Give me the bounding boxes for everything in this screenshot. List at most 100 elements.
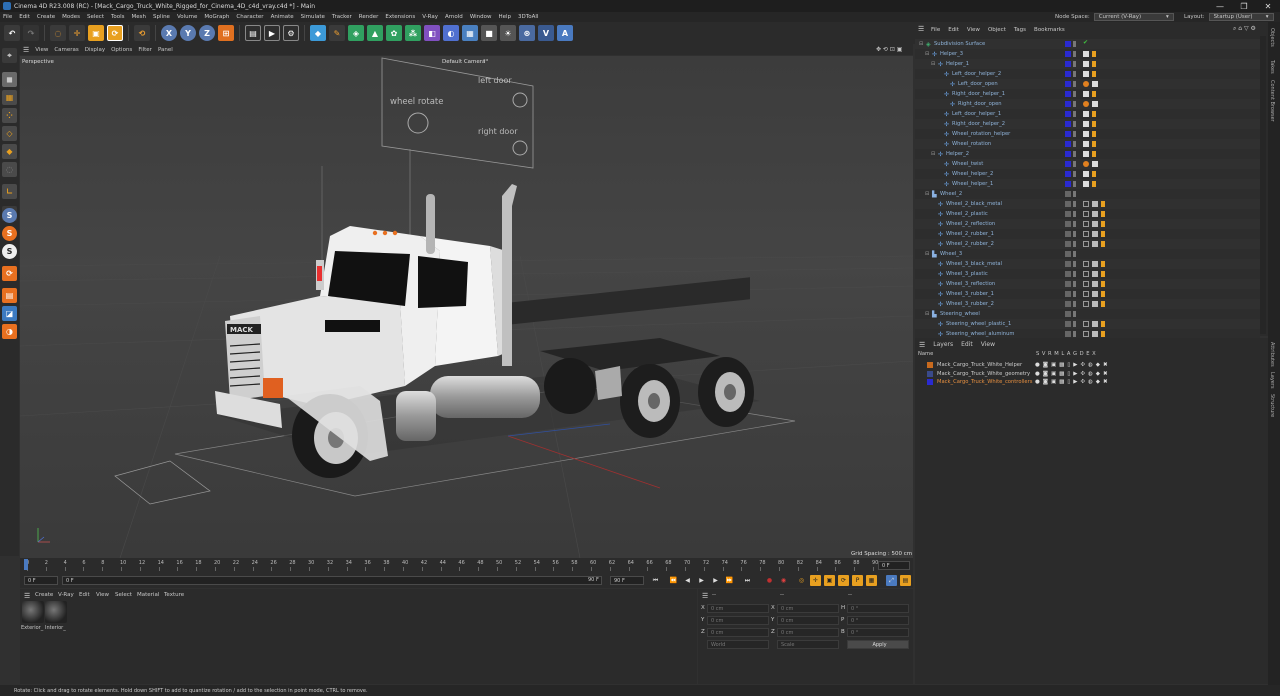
layer-color-chip[interactable] <box>1065 271 1071 277</box>
pla-key-icon[interactable]: ▦ <box>866 575 877 586</box>
object-row[interactable]: ✢ Left_door_open <box>915 79 1260 89</box>
viewport-menu-options[interactable]: Options <box>111 47 132 53</box>
obj-menu-object[interactable]: Object <box>988 27 1006 33</box>
expand-toggle-icon[interactable]: ⊟ <box>931 61 937 67</box>
polygons-mode-icon[interactable]: ◆ <box>2 144 17 159</box>
position-key-icon[interactable]: ✛ <box>810 575 821 586</box>
visibility-dots-icon[interactable] <box>1073 41 1076 47</box>
menu-arnold[interactable]: Arnold <box>445 14 463 20</box>
menu-help[interactable]: Help <box>499 14 512 20</box>
object-row[interactable]: ✢ Wheel_3_black_metal <box>915 259 1260 269</box>
expand-toggle-icon[interactable] <box>931 281 937 287</box>
layer-color-chip[interactable] <box>1065 161 1071 167</box>
menu-extensions[interactable]: Extensions <box>385 14 415 20</box>
pos-y-field[interactable]: 0 cm <box>707 616 769 625</box>
mat-menu-create[interactable]: Create <box>35 592 53 598</box>
z-axis-icon[interactable]: Z <box>199 25 215 41</box>
keyframe-selection-icon[interactable]: ◎ <box>796 575 807 586</box>
layer-color-chip[interactable] <box>1065 221 1071 227</box>
menu-tools[interactable]: Tools <box>111 14 125 20</box>
menu-mograph[interactable]: MoGraph <box>204 14 229 20</box>
expand-toggle-icon[interactable] <box>937 91 943 97</box>
mograph-icon[interactable]: ⁂ <box>405 25 421 41</box>
solo-icon[interactable]: ◪ <box>2 306 17 321</box>
visibility-dots-icon[interactable] <box>1073 121 1076 127</box>
preview-range-start[interactable]: 0 F <box>62 576 602 585</box>
uv-mode-icon[interactable]: ◌ <box>2 162 17 177</box>
object-row[interactable]: ⊟ ✢ Helper_2 <box>915 149 1260 159</box>
object-row[interactable]: ✢ Wheel_helper_1 <box>915 179 1260 189</box>
layer-row[interactable]: Mack_Cargo_Truck_White_geometry ● ◙ ▣ ▩ ▯… <box>925 370 1265 378</box>
mat-menu-texture[interactable]: Texture <box>164 592 184 598</box>
rot-b-field[interactable]: 0 ° <box>847 628 909 637</box>
render-picture-viewer-icon[interactable]: ▶ <box>264 25 280 41</box>
y-axis-icon[interactable]: Y <box>180 25 196 41</box>
hamburger-icon[interactable]: ☰ <box>24 592 30 600</box>
visibility-dots-icon[interactable] <box>1073 331 1076 337</box>
visibility-dots-icon[interactable] <box>1073 141 1076 147</box>
expand-toggle-icon[interactable] <box>931 201 937 207</box>
expand-toggle-icon[interactable] <box>937 131 943 137</box>
layer-color-chip[interactable] <box>1065 111 1071 117</box>
menu-mesh[interactable]: Mesh <box>132 14 146 20</box>
expand-toggle-icon[interactable] <box>931 241 937 247</box>
expand-toggle-icon[interactable] <box>931 321 937 327</box>
coord-system-icon[interactable]: ⊞ <box>218 25 234 41</box>
visibility-dots-icon[interactable] <box>1073 271 1076 277</box>
object-row[interactable]: ✢ Wheel_helper_2 <box>915 169 1260 179</box>
cube-icon[interactable]: ◆ <box>310 25 326 41</box>
tab-objects[interactable]: Objects <box>1269 28 1275 47</box>
layer-row[interactable]: Mack_Cargo_Truck_White_Helper ● ◙ ▣ ▩ ▯ ▶… <box>925 361 1265 369</box>
object-row[interactable]: ✢ Left_door_helper_1 <box>915 109 1260 119</box>
layer-color-chip[interactable] <box>1065 321 1071 327</box>
layer-color-chip[interactable] <box>1065 251 1071 257</box>
expand-toggle-icon[interactable] <box>937 171 943 177</box>
material-swatch-exterior[interactable] <box>22 601 44 623</box>
live-select-icon[interactable]: ◌ <box>50 25 66 41</box>
layout-select[interactable]: Startup (User) ▾ <box>1208 13 1274 21</box>
obj-menu-tags[interactable]: Tags <box>1014 27 1026 33</box>
layer-color-chip[interactable] <box>1065 61 1071 67</box>
layer-color-chip[interactable] <box>1065 281 1071 287</box>
expand-toggle-icon[interactable]: ⊟ <box>925 311 931 317</box>
visibility-dots-icon[interactable] <box>1073 251 1076 257</box>
node-space-select[interactable]: Current (V-Ray) ▾ <box>1093 13 1174 21</box>
prev-keyframe-icon[interactable]: ⏪ <box>668 575 679 586</box>
object-row[interactable]: ⊟ ✢ Helper_1 <box>915 59 1260 69</box>
expand-toggle-icon[interactable] <box>931 271 937 277</box>
rotation-key-icon[interactable]: ⟳ <box>838 575 849 586</box>
expand-toggle-icon[interactable] <box>937 181 943 187</box>
layer-menu-view[interactable]: View <box>981 341 995 348</box>
field-icon[interactable]: ◐ <box>443 25 459 41</box>
object-row[interactable]: ⊟ ✢ Helper_3 <box>915 49 1260 59</box>
record-icon[interactable]: ● <box>764 575 775 586</box>
recent-icon[interactable]: ⟲ <box>134 25 150 41</box>
go-to-start-icon[interactable]: ⏮ <box>650 575 661 586</box>
object-row[interactable]: ⊟ ◈ Subdivision Surface ✔ <box>915 39 1260 49</box>
visibility-dots-icon[interactable] <box>1073 261 1076 267</box>
expand-toggle-icon[interactable] <box>931 301 937 307</box>
object-row[interactable]: ⊟ ▙ Steering_wheel <box>915 309 1260 319</box>
points-mode-icon[interactable]: ⁘ <box>2 108 17 123</box>
perspective-viewport[interactable]: left door right door wheel rotate MACK P… <box>20 56 913 558</box>
menu-create[interactable]: Create <box>37 14 55 20</box>
visibility-dots-icon[interactable] <box>1073 91 1076 97</box>
timeline-ruler[interactable]: 0246810121416182022242628303234363840424… <box>20 558 913 572</box>
snap-icon[interactable]: S <box>2 208 17 223</box>
expand-toggle-icon[interactable]: ⊟ <box>925 251 931 257</box>
visibility-dots-icon[interactable] <box>1073 161 1076 167</box>
search-icon[interactable]: ⌕ ⌂ ▽ ⚙ <box>1233 25 1256 33</box>
autokey-icon[interactable]: ◉ <box>778 575 789 586</box>
tab-takes[interactable]: Takes <box>1269 60 1275 74</box>
obj-menu-edit[interactable]: Edit <box>948 27 959 33</box>
minimize-button[interactable]: — <box>1208 0 1232 12</box>
object-row[interactable]: ✢ Wheel_2_reflection <box>915 219 1260 229</box>
layer-color-chip[interactable] <box>1065 101 1071 107</box>
tab-content-browser[interactable]: Content Browser <box>1269 80 1275 122</box>
vray-icon[interactable]: V <box>538 25 554 41</box>
apply-button[interactable]: Apply <box>847 640 909 649</box>
render-settings-icon[interactable]: ⚙ <box>283 25 299 41</box>
deformer-icon[interactable]: ◧ <box>424 25 440 41</box>
visibility-dots-icon[interactable] <box>1073 51 1076 57</box>
workplane-icon[interactable]: ⟳ <box>2 266 17 281</box>
